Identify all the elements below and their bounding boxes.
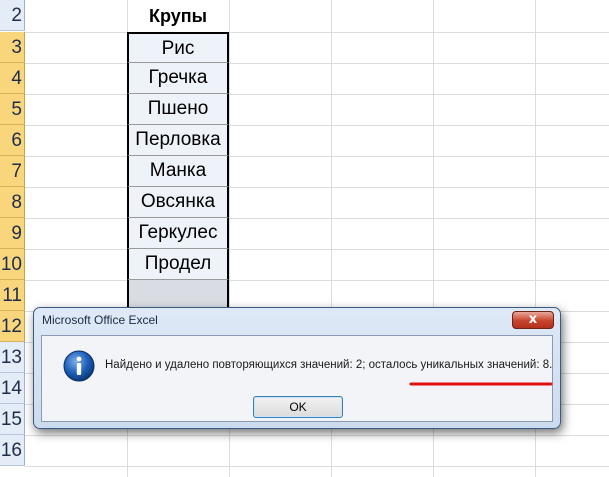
- row-gridline: [25, 280, 609, 281]
- row-header[interactable]: 10: [0, 249, 25, 280]
- row-gridline: [25, 32, 609, 33]
- close-button[interactable]: x: [512, 311, 554, 329]
- row-header[interactable]: 15: [0, 404, 25, 435]
- red-underline-annotation: [409, 382, 553, 386]
- row-gridline: [25, 435, 609, 436]
- row-header[interactable]: 4: [0, 63, 25, 94]
- row-header[interactable]: 8: [0, 187, 25, 218]
- dialog-message: Найдено и удалено повторяющихся значений…: [105, 359, 553, 371]
- empty-selected-cell[interactable]: [127, 280, 229, 307]
- row-gridline: [25, 63, 609, 64]
- row-header[interactable]: 16: [0, 435, 25, 466]
- row-header[interactable]: 12: [0, 311, 25, 342]
- information-icon: [63, 350, 95, 382]
- row-header[interactable]: 6: [0, 125, 25, 156]
- row-header[interactable]: 14: [0, 373, 25, 404]
- data-cell[interactable]: Рис: [127, 32, 229, 63]
- row-gridline: [25, 125, 609, 126]
- row-gridline: [25, 187, 609, 188]
- data-cell[interactable]: Овсянка: [127, 187, 229, 218]
- row-header[interactable]: 13: [0, 342, 25, 373]
- data-cell[interactable]: Продел: [127, 249, 229, 280]
- row-gridline: [25, 466, 609, 467]
- data-cell[interactable]: Манка: [127, 156, 229, 187]
- close-icon: x: [528, 312, 538, 327]
- row-gridline: [25, 218, 609, 219]
- row-header[interactable]: 2: [0, 0, 25, 31]
- ok-button[interactable]: OK: [253, 396, 343, 418]
- row-header[interactable]: 7: [0, 156, 25, 187]
- data-cell[interactable]: Гречка: [127, 63, 229, 94]
- row-gridline: [25, 249, 609, 250]
- row-header[interactable]: 9: [0, 218, 25, 249]
- message-dialog: Microsoft Office Excel x Найдено и удале…: [33, 307, 561, 429]
- dialog-title: Microsoft Office Excel: [42, 313, 158, 327]
- row-header[interactable]: 3: [0, 32, 25, 63]
- row-gridline: [25, 94, 609, 95]
- row-gridline: [25, 156, 609, 157]
- data-cell[interactable]: Перловка: [127, 125, 229, 156]
- row-header[interactable]: 11: [0, 280, 25, 311]
- dialog-body: Найдено и удалено повторяющихся значений…: [41, 335, 553, 422]
- data-cell[interactable]: Геркулес: [127, 218, 229, 249]
- row-header[interactable]: 5: [0, 94, 25, 125]
- column-header-cell[interactable]: Крупы: [127, 1, 229, 32]
- data-cell[interactable]: Пшено: [127, 94, 229, 125]
